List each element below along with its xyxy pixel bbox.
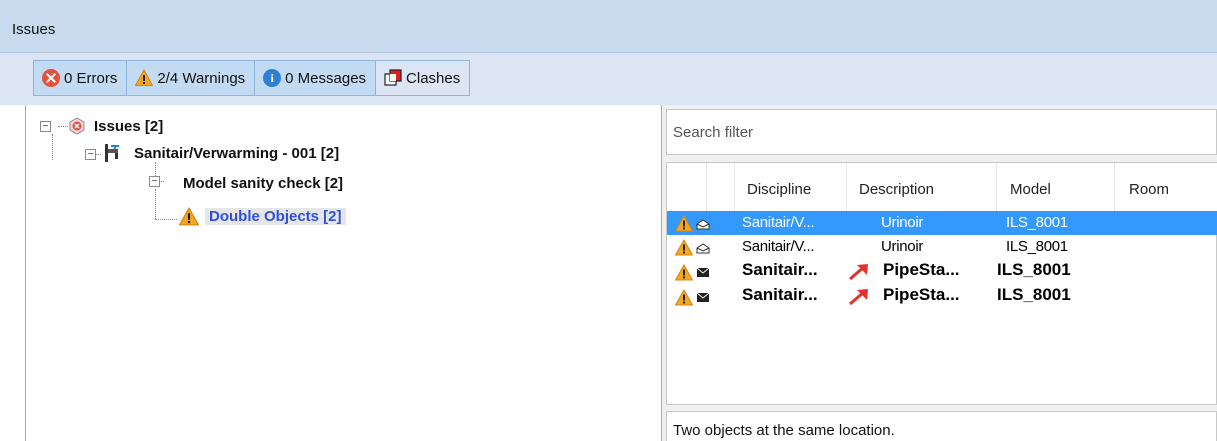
tree-connector (155, 189, 156, 219)
warning-icon (179, 206, 199, 225)
column-header-room[interactable]: Room (1115, 163, 1217, 213)
envelope-open-icon (696, 219, 710, 230)
cell-discipline: Sanitair... (742, 285, 818, 304)
table-row[interactable]: Sanitair/V... Urinoir ILS_8001 (667, 235, 1217, 259)
clash-icon (384, 69, 402, 86)
list-header: Discipline Description Model Room (667, 163, 1217, 213)
column-header-read[interactable] (707, 163, 735, 213)
envelope-closed-icon (696, 292, 710, 302)
cell-discipline: Sanitair/V... (742, 214, 815, 231)
tree-node-double-objects[interactable]: Double Objects [2] (179, 206, 346, 226)
column-header-discipline[interactable]: Discipline (735, 163, 847, 213)
error-icon (42, 69, 60, 87)
warning-icon (135, 69, 154, 86)
tree-node-label: Sanitair/Verwarming - 001 [2] (134, 144, 340, 162)
cell-description: PipeSta... (883, 260, 960, 279)
filter-toolbar: 0 Errors 2/4 Warnings i 0 Messages Clash… (0, 53, 1217, 105)
faucet-icon (105, 144, 119, 162)
tree-connector (52, 134, 53, 160)
envelope-open-icon (696, 243, 710, 254)
messages-filter-button[interactable]: i 0 Messages (254, 60, 377, 96)
cell-description: Urinoir (881, 238, 924, 255)
panel-title-bar: Issues (0, 0, 1217, 53)
issue-detail-pane: Discipline Description Model Room Sanita… (662, 105, 1217, 441)
cell-model: ILS_8001 (1006, 214, 1068, 231)
clashes-filter-label: Clashes (406, 69, 461, 87)
warning-icon (675, 215, 693, 232)
tree-collapse-toggle[interactable]: − (149, 176, 160, 187)
tree-node-issues[interactable]: Issues [2] (68, 116, 163, 136)
cell-discipline: Sanitair... (742, 260, 818, 279)
errors-filter-label: 0 Errors (64, 69, 118, 87)
tree-node-model[interactable]: Sanitair/Verwarming - 001 [2] (102, 143, 339, 163)
cell-description: Urinoir (881, 214, 924, 231)
issue-description-box: Two objects at the same location. (666, 411, 1217, 441)
issues-list[interactable]: Discipline Description Model Room Sanita… (666, 162, 1217, 405)
search-input[interactable] (667, 110, 1216, 154)
search-filter[interactable] (666, 109, 1217, 155)
cell-discipline: Sanitair/V... (742, 238, 815, 255)
info-icon: i (263, 69, 282, 87)
tree-collapse-toggle[interactable]: − (85, 149, 96, 160)
warning-icon (675, 289, 693, 306)
panel-title: Issues (12, 21, 56, 38)
link-arrow-icon (849, 264, 868, 281)
warnings-filter-button[interactable]: 2/4 Warnings (126, 60, 256, 96)
cell-model: ILS_8001 (997, 285, 1071, 304)
clashes-filter-button[interactable]: Clashes (375, 60, 471, 96)
tree-connector (155, 219, 177, 220)
issue-description-text: Two objects at the same location. (673, 422, 895, 439)
table-row[interactable]: Sanitair/V... Urinoir ILS_8001 (667, 211, 1217, 235)
tree-node-sanity-check[interactable]: Model sanity check [2] (183, 173, 343, 193)
warnings-filter-label: 2/4 Warnings (157, 69, 246, 87)
tree-node-label: Double Objects [2] (205, 207, 346, 225)
tree-node-label: Issues [2] (94, 117, 164, 135)
warning-icon (675, 239, 693, 256)
column-header-status[interactable] (667, 163, 707, 213)
tree-node-label: Model sanity check [2] (183, 174, 344, 192)
cell-model: ILS_8001 (997, 260, 1071, 279)
cell-model: ILS_8001 (1006, 238, 1068, 255)
column-header-model[interactable]: Model (997, 163, 1115, 213)
cell-description: PipeSta... (883, 285, 960, 304)
tree-collapse-toggle[interactable]: − (40, 121, 51, 132)
issues-tree[interactable]: − Issues [2] − Sanitair/Verwarming - 001… (25, 105, 662, 441)
tree-connector (58, 126, 68, 127)
errors-filter-button[interactable]: 0 Errors (33, 60, 128, 96)
table-row[interactable]: Sanitair... PipeSta... ILS_8001 (667, 259, 1217, 283)
envelope-closed-icon (696, 267, 710, 277)
column-header-description[interactable]: Description (847, 163, 997, 213)
table-row[interactable]: Sanitair... PipeSta... ILS_8001 (667, 284, 1217, 308)
issues-icon (69, 117, 85, 135)
messages-filter-label: 0 Messages (285, 69, 367, 87)
warning-icon (675, 264, 693, 281)
link-arrow-icon (849, 289, 868, 306)
